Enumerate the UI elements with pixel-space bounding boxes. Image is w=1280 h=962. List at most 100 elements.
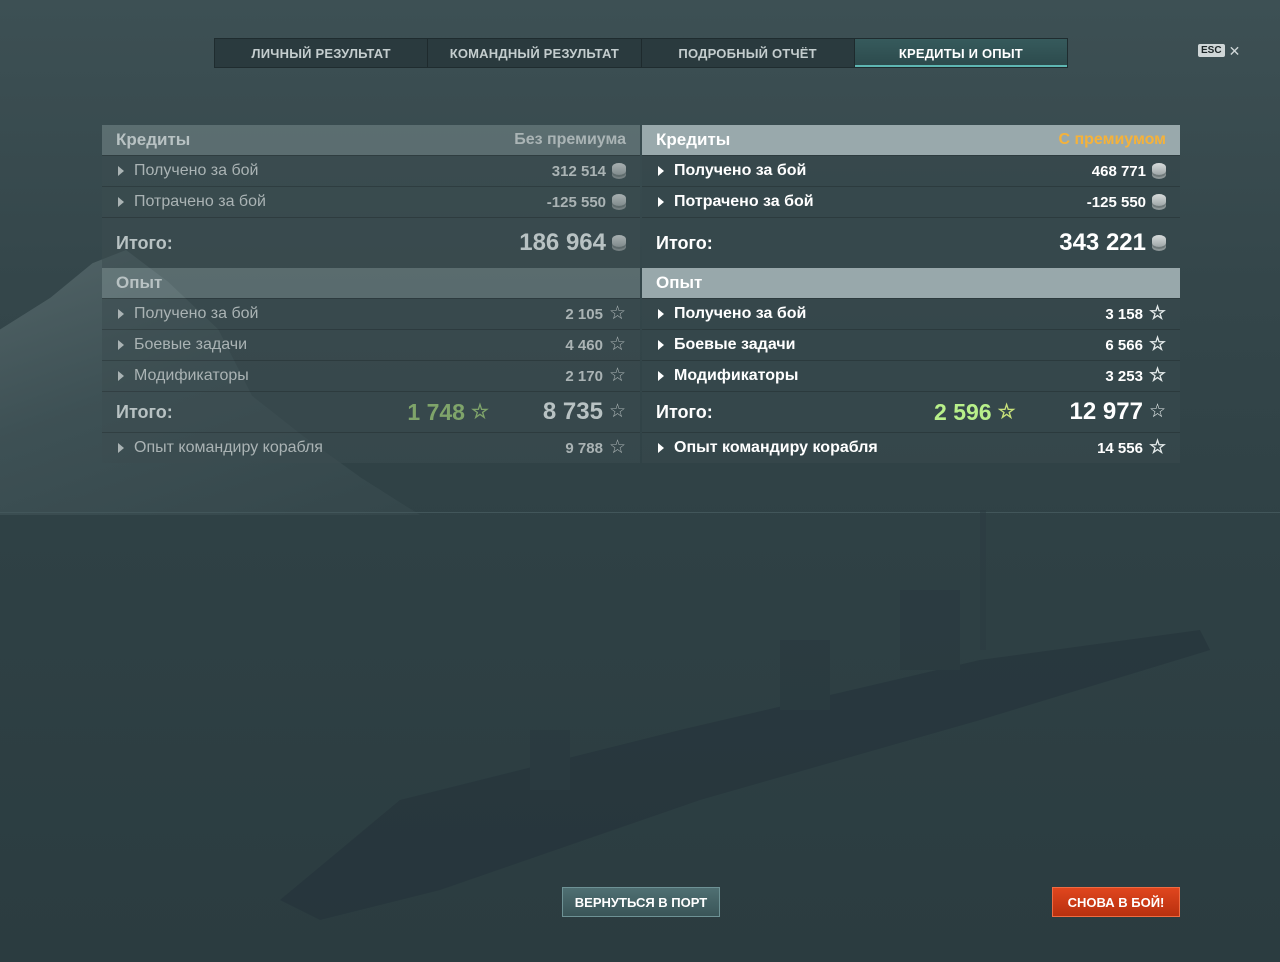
exp-mods-label: Модификаторы — [134, 367, 249, 384]
credits-header: Кредиты Без премиума — [102, 125, 640, 155]
no-premium-label: Без премиума — [514, 131, 626, 148]
exp-earned-label: Получено за бой — [674, 305, 807, 322]
tab-credits-and-exp[interactable]: КРЕДИТЫ И ОПЫТ — [854, 39, 1067, 67]
credits-spent-row[interactable]: Потрачено за бой -125 550 — [102, 186, 640, 217]
exp-total-row: Итого: 2 596 ☆ 12 977 ☆ — [642, 391, 1180, 432]
exp-earned-label: Получено за бой — [134, 305, 259, 322]
expand-icon — [118, 197, 124, 207]
star-icon: ☆ — [608, 334, 626, 355]
credits-earned-value: 312 514 — [551, 162, 606, 180]
credits-total-row: Итого: 186 964 — [102, 217, 640, 268]
exp-earned-row[interactable]: Получено за бой 3 158 ☆ — [642, 298, 1180, 329]
credits-total-label: Итого: — [656, 232, 713, 253]
expand-icon — [658, 443, 664, 453]
expand-icon — [658, 197, 664, 207]
credits-total-row: Итого: 343 221 — [642, 217, 1180, 268]
free-exp-total: 2 596 ☆ — [934, 399, 1016, 426]
expand-icon — [658, 309, 664, 319]
panel-premium: Кредиты С премиумом Получено за бой 468 … — [642, 125, 1180, 463]
exp-tasks-row[interactable]: Боевые задачи 6 566 ☆ — [642, 329, 1180, 360]
free-xp-star-icon: ☆ — [997, 401, 1016, 423]
exp-header: Опыт — [102, 268, 640, 298]
star-icon: ☆ — [608, 437, 626, 458]
commander-exp-row[interactable]: Опыт командиру корабля 9 788 ☆ — [102, 432, 640, 463]
exp-mods-value: 3 253 — [1105, 367, 1143, 385]
exp-mods-row[interactable]: Модификаторы 3 253 ☆ — [642, 360, 1180, 391]
expand-icon — [118, 443, 124, 453]
star-icon: ☆ — [1148, 334, 1166, 355]
exp-earned-value: 3 158 — [1105, 305, 1143, 323]
background-horizon — [0, 512, 1280, 513]
silver-coin-icon — [612, 235, 626, 247]
expand-icon — [118, 371, 124, 381]
expand-icon — [118, 340, 124, 350]
result-tabs: ЛИЧНЫЙ РЕЗУЛЬТАТ КОМАНДНЫЙ РЕЗУЛЬТАТ ПОД… — [214, 38, 1068, 68]
credits-spent-label: Потрачено за бой — [134, 193, 266, 210]
premium-label: С премиумом — [1058, 131, 1166, 148]
silver-coin-icon — [1152, 194, 1166, 206]
exp-title: Опыт — [116, 273, 163, 292]
free-xp-star-icon: ☆ — [470, 401, 489, 423]
exp-total-label: Итого: — [656, 401, 713, 422]
close-button[interactable]: ESC ✕ — [1198, 42, 1241, 59]
exp-total-label: Итого: — [116, 401, 173, 422]
exp-tasks-value: 4 460 — [565, 336, 603, 354]
exp-tasks-label: Боевые задачи — [674, 336, 796, 353]
exp-title: Опыт — [656, 273, 703, 292]
credits-spent-value: -125 550 — [1086, 193, 1146, 211]
exp-tasks-row[interactable]: Боевые задачи 4 460 ☆ — [102, 329, 640, 360]
exp-mods-label: Модификаторы — [674, 367, 799, 384]
exp-mods-row[interactable]: Модификаторы 2 170 ☆ — [102, 360, 640, 391]
credits-spent-row[interactable]: Потрачено за бой -125 550 — [642, 186, 1180, 217]
credits-earned-label: Получено за бой — [674, 162, 807, 179]
credits-earned-value: 468 771 — [1091, 162, 1146, 180]
tab-detailed-report[interactable]: ПОДРОБНЫЙ ОТЧЁТ — [642, 39, 855, 67]
credits-earned-label: Получено за бой — [134, 162, 259, 179]
battle-again-button[interactable]: СНОВА В БОЙ! — [1052, 887, 1180, 917]
exp-earned-row[interactable]: Получено за бой 2 105 ☆ — [102, 298, 640, 329]
free-exp-value: 2 596 — [934, 398, 992, 425]
credits-earned-row[interactable]: Получено за бой 468 771 — [642, 155, 1180, 186]
background-ship-silhouette — [280, 510, 1210, 920]
credits-total-value: 343 221 — [1059, 229, 1146, 256]
credits-header: Кредиты С премиумом — [642, 125, 1180, 155]
panel-no-premium: Кредиты Без премиума Получено за бой 312… — [102, 125, 640, 463]
esc-key-badge: ESC — [1198, 44, 1225, 57]
exp-total-value: 8 735 — [542, 398, 603, 425]
commander-exp-value: 14 556 — [1097, 439, 1143, 457]
star-icon: ☆ — [608, 401, 626, 422]
credits-total-label: Итого: — [116, 232, 173, 253]
star-icon: ☆ — [608, 365, 626, 386]
expand-icon — [118, 166, 124, 176]
silver-coin-icon — [612, 194, 626, 206]
exp-total-row: Итого: 1 748 ☆ 8 735 ☆ — [102, 391, 640, 432]
return-to-port-button[interactable]: ВЕРНУТЬСЯ В ПОРТ — [562, 887, 720, 917]
tab-team-result[interactable]: КОМАНДНЫЙ РЕЗУЛЬТАТ — [428, 39, 642, 67]
silver-coin-icon — [1152, 235, 1166, 247]
star-icon: ☆ — [1148, 365, 1166, 386]
tab-personal-result[interactable]: ЛИЧНЫЙ РЕЗУЛЬТАТ — [215, 39, 429, 67]
commander-exp-label: Опыт командиру корабля — [134, 439, 323, 456]
credits-spent-label: Потрачено за бой — [674, 193, 814, 210]
exp-header: Опыт — [642, 268, 1180, 298]
credits-title: Кредиты — [116, 130, 191, 149]
exp-earned-value: 2 105 — [565, 305, 603, 323]
credits-spent-value: -125 550 — [546, 193, 606, 211]
credits-earned-row[interactable]: Получено за бой 312 514 — [102, 155, 640, 186]
exp-total-value: 12 977 — [1069, 398, 1143, 425]
commander-exp-row[interactable]: Опыт командиру корабля 14 556 ☆ — [642, 432, 1180, 463]
commander-exp-label: Опыт командиру корабля — [674, 439, 878, 456]
star-icon: ☆ — [1148, 401, 1166, 422]
free-exp-total: 1 748 ☆ — [407, 399, 489, 426]
expand-icon — [658, 371, 664, 381]
free-exp-value: 1 748 — [407, 398, 465, 425]
exp-tasks-value: 6 566 — [1105, 336, 1143, 354]
credits-title: Кредиты — [656, 130, 731, 149]
expand-icon — [118, 309, 124, 319]
exp-mods-value: 2 170 — [565, 367, 603, 385]
star-icon: ☆ — [1148, 303, 1166, 324]
expand-icon — [658, 340, 664, 350]
close-icon: ✕ — [1228, 42, 1241, 59]
exp-tasks-label: Боевые задачи — [134, 336, 248, 353]
silver-coin-icon — [612, 163, 626, 175]
